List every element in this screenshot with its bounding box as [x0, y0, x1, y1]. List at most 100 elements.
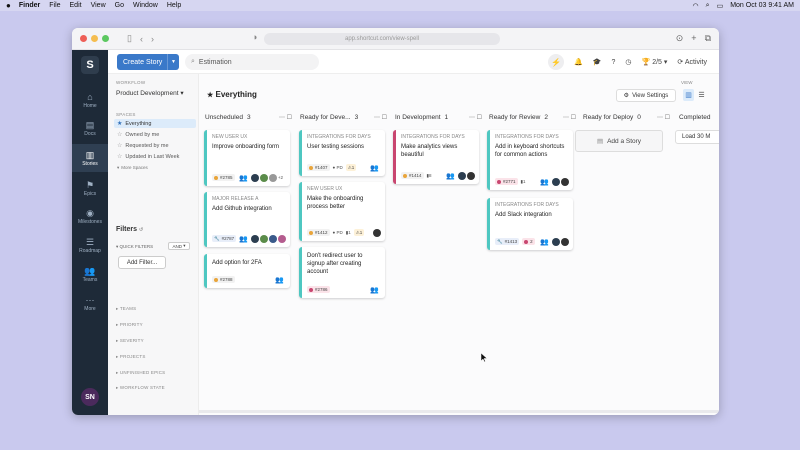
column-header-unscheduled[interactable]: Unscheduled 3 ⋯ ☐	[205, 112, 292, 122]
column-header-ready-for-deploy[interactable]: Ready for Deploy 0 ⋯ ☐	[583, 112, 670, 122]
column-tools[interactable]: ⋯ ☐	[279, 114, 292, 121]
downloads-icon[interactable]: ⊙	[676, 33, 684, 44]
nav-more[interactable]: ⋯ More	[72, 289, 108, 317]
column-name: Ready for Review	[489, 113, 541, 121]
card-title: Don't redirect user to signup after crea…	[307, 253, 363, 275]
column-name: In Development	[395, 113, 441, 121]
column-tools[interactable]: ⋯ ☐	[374, 114, 387, 121]
star-outline-icon: ☆	[117, 143, 123, 149]
nav-teams[interactable]: 👥 Teams	[72, 260, 108, 288]
menu-file[interactable]: File	[49, 2, 60, 9]
story-card[interactable]: Add option for 2FA #2788 👥	[204, 254, 290, 288]
load-more-button[interactable]: Load 30 M	[675, 130, 719, 144]
card-epic: MAJOR RELEASE A	[212, 196, 259, 202]
forward-icon[interactable]: ›	[151, 34, 154, 44]
story-id-badge: #2785	[212, 174, 235, 181]
column-name: Unscheduled	[205, 113, 243, 121]
filter-section-teams[interactable]: ▸ TEAMS	[116, 306, 136, 312]
menubar-datetime[interactable]: Mon Oct 03 9:41 AM	[730, 2, 794, 9]
quick-filters-toggle[interactable]: ▾ QUICK FILTERS	[116, 244, 153, 250]
story-card[interactable]: MAJOR RELEASE A Add Github integration 🔧…	[204, 192, 290, 247]
add-story-button[interactable]: ▤ Add a Story	[575, 130, 663, 152]
card-title: Add option for 2FA	[212, 260, 262, 266]
filter-section-projects[interactable]: ▸ PROJECTS	[116, 354, 146, 360]
history-icon[interactable]: ◷	[625, 58, 631, 66]
space-owned-by-me[interactable]: ☆ Owned by me	[114, 130, 196, 139]
story-card[interactable]: INTEGRATIONS FOR DAYS User testing sessi…	[299, 130, 385, 176]
menu-edit[interactable]: Edit	[70, 2, 82, 9]
story-card[interactable]: INTEGRATIONS FOR DAYS Make analytics vie…	[393, 130, 479, 184]
progress-trophy[interactable]: 🏆 2/5 ▾	[642, 58, 668, 66]
star-filled-icon[interactable]: ★	[207, 92, 213, 99]
column-header-completed[interactable]: Completed	[679, 112, 719, 122]
nav-milestones[interactable]: ◉ Milestones	[72, 202, 108, 230]
table-view-toggle[interactable]: ☰	[696, 89, 707, 101]
search-icon[interactable]: ⌕	[706, 2, 710, 10]
sidebar-toggle-icon[interactable]: ▯	[127, 33, 132, 44]
story-card[interactable]: NEW USER UX Make the onboarding process …	[299, 182, 385, 241]
back-icon[interactable]: ‹	[140, 34, 143, 44]
url-bar[interactable]: app.shortcut.com/view-spell	[264, 33, 500, 45]
shortcut-logo[interactable]: S	[81, 56, 99, 74]
metric-badge: ▮1	[520, 178, 526, 184]
nav-roadmap[interactable]: ☰ Roadmap	[72, 231, 108, 259]
close-window-button[interactable]	[80, 35, 87, 42]
more-owners-count: +2	[277, 175, 283, 180]
story-card[interactable]: NEW USER UX Improve onboarding form #278…	[204, 130, 290, 186]
workflow-select[interactable]: Product Development ▾	[116, 89, 184, 97]
user-avatar[interactable]: SN	[81, 388, 99, 406]
column-header-ready-for-review[interactable]: Ready for Review 2 ⋯ ☐	[489, 112, 576, 122]
nav-docs[interactable]: ▤ Docs	[72, 114, 108, 142]
menu-view[interactable]: View	[91, 2, 106, 9]
activity-button[interactable]: ⟳ Activity	[677, 58, 707, 66]
story-card[interactable]: Don't redirect user to signup after crea…	[299, 247, 385, 298]
tabs-overview-icon[interactable]: ⧉	[705, 33, 711, 44]
column-tools[interactable]: ⋯ ☐	[657, 114, 670, 121]
menu-help[interactable]: Help	[167, 2, 181, 9]
space-everything[interactable]: ★ Everything	[114, 119, 196, 128]
menu-go[interactable]: Go	[115, 2, 124, 9]
wifi-icon[interactable]: ◠	[693, 2, 699, 10]
apple-icon[interactable]: ●	[6, 1, 11, 10]
view-settings-button[interactable]: ⚙ View Settings	[616, 89, 676, 102]
menu-window[interactable]: Window	[133, 2, 158, 9]
help-icon[interactable]: ?	[612, 59, 616, 66]
space-requested-by-me[interactable]: ☆ Requested by me	[114, 141, 196, 150]
lightning-icon[interactable]: ⚡	[548, 54, 565, 70]
control-center-icon[interactable]: ▭	[717, 2, 724, 10]
story-id-badge: #1414	[401, 172, 424, 179]
zoom-window-button[interactable]	[102, 35, 109, 42]
menu-finder[interactable]: Finder	[19, 2, 40, 9]
column-tools[interactable]: ⋯ ☐	[469, 114, 482, 121]
column-tools[interactable]: ⋯ ☐	[563, 114, 576, 121]
refresh-icon[interactable]: ↺	[139, 227, 143, 233]
nav-roadmap-label: Roadmap	[79, 247, 101, 254]
privacy-shield-icon[interactable]: ◑	[252, 32, 257, 42]
column-header-in-development[interactable]: In Development 1 ⋯ ☐	[395, 112, 482, 122]
kanban-view-toggle[interactable]: ▥	[683, 89, 694, 101]
space-label: Owned by me	[125, 131, 160, 138]
shortcut-app: S ⌂ Home ▤ Docs ▥ Stories ⚑ Epics ◉ Mile…	[72, 50, 719, 415]
more-spaces-link[interactable]: ▾ More Spaces	[114, 163, 196, 172]
filter-section-workflow-state[interactable]: ▸ WORKFLOW STATE	[116, 385, 165, 391]
filter-section-unfinished-epics[interactable]: ▸ UNFINISHED EPICS	[116, 370, 165, 376]
horizontal-scrollbar[interactable]	[199, 410, 719, 413]
create-story-button[interactable]: Create Story ▼	[117, 54, 179, 70]
learn-icon[interactable]: 🎓	[593, 58, 602, 66]
nav-stories[interactable]: ▥ Stories	[72, 144, 108, 172]
nav-home[interactable]: ⌂ Home	[72, 86, 108, 114]
nav-epics[interactable]: ⚑ Epics	[72, 174, 108, 202]
create-story-dropdown-icon[interactable]: ▼	[167, 54, 179, 70]
space-updated-last-week[interactable]: ☆ Updated in Last Week	[114, 152, 196, 161]
minimize-window-button[interactable]	[91, 35, 98, 42]
add-filter-button[interactable]: Add Filter...	[118, 256, 166, 269]
notifications-icon[interactable]: 🔔	[574, 58, 583, 66]
filter-operator-select[interactable]: AND ▾	[168, 242, 190, 250]
filter-section-severity[interactable]: ▸ SEVERITY	[116, 338, 144, 344]
filter-section-priority[interactable]: ▸ PRIORITY	[116, 322, 143, 328]
story-card[interactable]: INTEGRATIONS FOR DAYS Add in keyboard sh…	[487, 130, 573, 190]
search-input[interactable]: ⌕ Estimation	[185, 54, 319, 70]
column-header-ready-for-dev[interactable]: Ready for Deve... 3 ⋯ ☐	[300, 112, 387, 122]
new-tab-icon[interactable]: +	[691, 33, 696, 44]
story-card[interactable]: INTEGRATIONS FOR DAYS Add Slack integrat…	[487, 198, 573, 250]
